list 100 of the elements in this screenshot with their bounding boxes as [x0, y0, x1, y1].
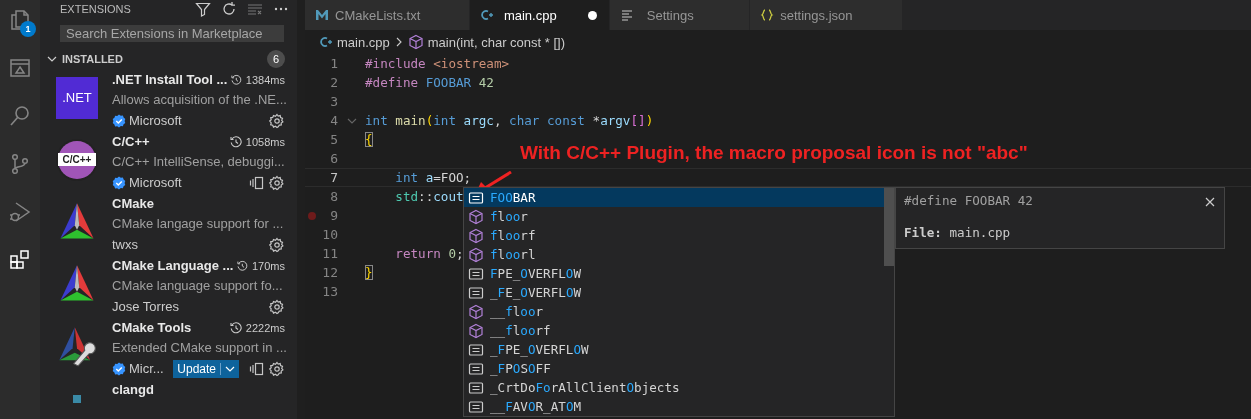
constant-icon: [468, 341, 484, 358]
publisher-name[interactable]: twxs: [112, 237, 138, 253]
editor-tab[interactable]: main.cpp: [470, 0, 611, 30]
section-title[interactable]: INSTALLED: [62, 52, 265, 65]
code-line: #define FOOBAR 42: [365, 75, 494, 90]
update-button[interactable]: Update: [173, 359, 239, 378]
line-number: 6: [329, 151, 338, 166]
breadcrumb-item[interactable]: main.cpp: [337, 34, 390, 50]
suggestion-item[interactable]: _CrtDoForAllClientObjects: [464, 378, 884, 397]
extension-description: C/C++ IntelliSense, debuggi...: [112, 153, 285, 171]
suggestion-item[interactable]: _FE_OVERFLOW: [464, 283, 884, 302]
sync-icon[interactable]: [249, 360, 265, 377]
publisher-name[interactable]: Micr...: [129, 361, 164, 377]
definition-text: #define FOOBAR 42: [904, 193, 1034, 208]
cube-icon: [468, 303, 484, 320]
load-time: 170ms: [251, 259, 285, 272]
extension-name: CMake: [112, 196, 155, 212]
cube-icon: [468, 246, 484, 263]
editor-tab[interactable]: Settings: [610, 0, 751, 30]
suggestion-item[interactable]: _FPE_OVERFLOW: [464, 340, 884, 359]
constant-icon: [468, 265, 484, 282]
publisher-name[interactable]: Microsoft: [129, 175, 182, 191]
editor-tab[interactable]: settings.json: [750, 0, 903, 30]
braces-file-icon: [760, 9, 775, 21]
extension-description: Allows acquisition of the .NE...: [112, 91, 285, 109]
extension-name: C/C++: [112, 134, 151, 150]
line-number: 9: [329, 208, 338, 223]
settings-icon[interactable]: [269, 236, 285, 253]
line-number: 5: [329, 132, 338, 147]
line-number: 10: [321, 227, 338, 242]
extension-name: clangd: [112, 382, 155, 398]
cube-icon: [407, 34, 424, 50]
extension-description: Extended CMake support in ...: [112, 339, 285, 357]
settings-icon[interactable]: [269, 360, 285, 377]
code-line: int a=FOO;: [394, 170, 472, 185]
line-number: 4: [329, 113, 338, 128]
line-number: 7: [329, 170, 338, 185]
line-number: 1: [329, 56, 338, 71]
dotnet-logo: .NET: [56, 76, 98, 119]
extension-name: .NET Install Tool ...: [112, 72, 228, 88]
clock-icon: [237, 259, 248, 272]
search-field[interactable]: Search Extensions in Marketplace: [60, 25, 284, 42]
publisher-name[interactable]: Microsoft: [129, 113, 182, 129]
modified-dot[interactable]: [588, 10, 598, 20]
annotation-text: With C/C++ Plugin, the macro proposal icon is not "abc": [520, 142, 1028, 164]
constant-icon: [468, 284, 484, 301]
filter-icon[interactable]: [195, 1, 211, 18]
panel-title: EXTENSIONS: [60, 3, 132, 16]
suggestion-item[interactable]: FOOBAR: [464, 188, 884, 207]
sync-icon[interactable]: [249, 174, 265, 191]
monitor-icon[interactable]: [8, 56, 32, 80]
constant-icon: [468, 360, 484, 377]
close-icon[interactable]: [1204, 196, 1216, 208]
refresh-icon[interactable]: [221, 1, 237, 18]
code-line: int main(int argc, char const *argv[]): [365, 113, 654, 128]
file-text: File: main.cpp: [904, 225, 1012, 240]
line-number: 12: [321, 265, 338, 280]
suggestion-item[interactable]: floorf: [464, 226, 884, 245]
load-time: 2222ms: [245, 321, 285, 334]
suggestion-item[interactable]: __floorf: [464, 321, 884, 340]
extensions-icon[interactable]: [8, 248, 32, 272]
settings-icon[interactable]: [269, 298, 285, 315]
cube-icon: [468, 227, 484, 244]
settings-icon[interactable]: [269, 112, 285, 129]
line-number: 11: [321, 246, 338, 261]
extension-description: CMake langage support for ...: [112, 215, 285, 233]
suggestion-item[interactable]: floorl: [464, 245, 884, 264]
notification-badge: 1: [20, 21, 36, 37]
suggestion-item[interactable]: __FAVOR_ATOM: [464, 397, 884, 416]
extension-description: CMake language support fo...: [112, 277, 284, 295]
extension-name: CMake Language ...: [112, 258, 234, 274]
clock-icon: [229, 321, 242, 334]
publisher-name[interactable]: Jose Torres: [112, 299, 179, 315]
editor-tab[interactable]: CMakeLists.txt: [305, 0, 471, 30]
cpp-file-icon: [480, 9, 495, 21]
cube-icon: [468, 322, 484, 339]
settings-icon[interactable]: [269, 174, 285, 191]
line-number: 8: [329, 189, 338, 204]
search-icon[interactable]: [8, 104, 32, 128]
suggestion-item[interactable]: FPE_OVERFLOW: [464, 264, 884, 283]
line-number: 2: [329, 75, 338, 90]
suggestion-item[interactable]: floor: [464, 207, 884, 226]
breadcrumb-item[interactable]: main(int, char const * []): [427, 34, 566, 50]
cpp-file-icon: [319, 36, 333, 48]
files-icon[interactable]: [8, 8, 32, 32]
code-line: return 0;: [394, 246, 464, 261]
cpp-logo: C/C++: [58, 140, 96, 179]
scrollbar-thumb[interactable]: [884, 188, 894, 266]
clangd-logo: [73, 394, 81, 403]
suggestion-item[interactable]: _FPOSOFF: [464, 359, 884, 378]
line-number: 13: [321, 284, 338, 299]
code-line: std::cout: [394, 189, 464, 204]
clock-icon: [229, 135, 242, 148]
suggestion-item[interactable]: __floor: [464, 302, 884, 321]
run-debug-icon[interactable]: [8, 200, 32, 224]
breakpoint-dot[interactable]: [308, 211, 316, 220]
settings-file-icon: [620, 9, 635, 21]
load-time: 1058ms: [245, 135, 285, 148]
count-badge: 6: [267, 49, 285, 68]
clock-icon: [231, 73, 242, 86]
